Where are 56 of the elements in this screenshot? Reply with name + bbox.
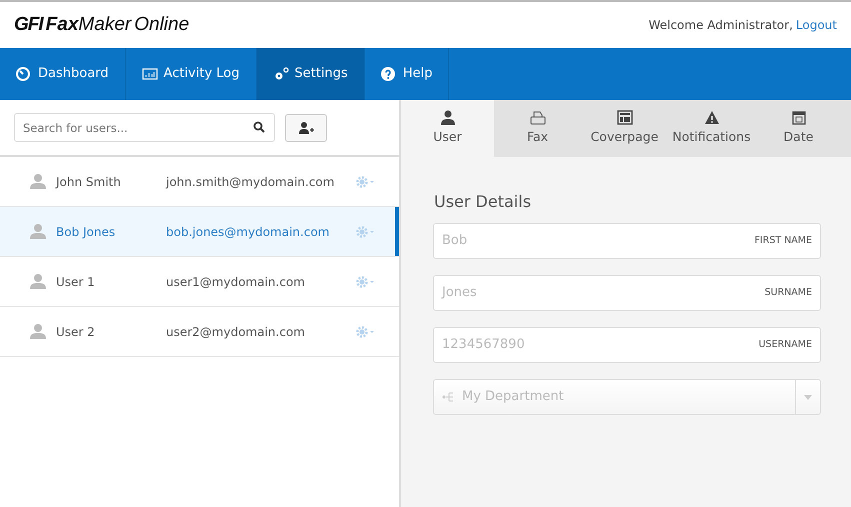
field-value: 1234567890 <box>442 336 525 354</box>
field-label: SURNAME <box>764 286 812 300</box>
user-email: user1@mydomain.com <box>166 274 306 290</box>
tab[interactable]: Date <box>755 100 842 157</box>
user-name: User 1 <box>56 274 96 290</box>
welcome-text: Welcome Administrator, <box>648 17 793 34</box>
caret-icon <box>804 394 812 400</box>
text-field[interactable]: Bob FIRST NAME <box>433 223 821 259</box>
nav-tab[interactable]: Settings <box>256 48 365 100</box>
gauge-icon <box>16 67 32 81</box>
product-name: FaxMaker <box>46 12 132 37</box>
search-field[interactable]: Search for users... <box>14 113 275 142</box>
settings-icon <box>272 67 288 81</box>
field-label: FIRST NAME <box>754 234 812 248</box>
page-layout-icon <box>616 110 632 125</box>
field-value: My Department <box>462 388 565 406</box>
field-label: USERNAME <box>758 338 812 352</box>
user-icon <box>30 274 46 289</box>
add-user-button[interactable] <box>285 114 327 142</box>
logout-link[interactable]: Logout <box>796 16 837 34</box>
calendar-icon <box>790 110 806 125</box>
user-email: user2@mydomain.com <box>166 324 306 340</box>
gear-menu-icon[interactable] <box>356 226 376 238</box>
text-field[interactable]: Jones SURNAME <box>433 275 821 311</box>
tab[interactable]: User <box>401 100 494 157</box>
product-suffix: Online <box>134 12 190 37</box>
user-row[interactable]: Bob Jones bob.jones@mydomain.com <box>0 207 399 257</box>
user-row[interactable]: User 1 user1@mydomain.com <box>0 257 399 307</box>
field-value: Jones <box>442 284 477 302</box>
fax-icon <box>530 110 546 125</box>
field-value: Bob <box>442 232 468 250</box>
user-icon <box>30 324 46 339</box>
text-field[interactable]: 1234567890 USERNAME <box>433 327 821 363</box>
brand-logo-text: GFI <box>14 12 43 37</box>
tab[interactable]: Notifications <box>668 100 755 157</box>
user-name: Bob Jones <box>56 224 116 240</box>
add-user-icon <box>298 122 314 134</box>
tab[interactable]: Coverpage <box>581 100 668 157</box>
hierarchy-icon <box>442 391 456 403</box>
user-email: john.smith@mydomain.com <box>166 174 336 190</box>
tab[interactable]: Fax <box>494 100 581 157</box>
search-icon <box>253 121 265 133</box>
warning-icon <box>704 110 720 125</box>
gear-menu-icon[interactable] <box>356 176 376 188</box>
section-title: User Details <box>434 191 532 213</box>
user-name: User 2 <box>56 324 96 340</box>
gear-menu-icon[interactable] <box>356 276 376 288</box>
user-row[interactable]: User 2 user2@mydomain.com <box>0 307 399 357</box>
user-name: John Smith <box>56 174 122 190</box>
user-email: bob.jones@mydomain.com <box>166 224 330 240</box>
user-icon <box>440 110 456 125</box>
user-icon <box>30 224 46 239</box>
gear-menu-icon[interactable] <box>356 326 376 338</box>
user-icon <box>30 174 46 189</box>
help-icon <box>380 67 397 81</box>
chart-icon <box>142 67 158 81</box>
